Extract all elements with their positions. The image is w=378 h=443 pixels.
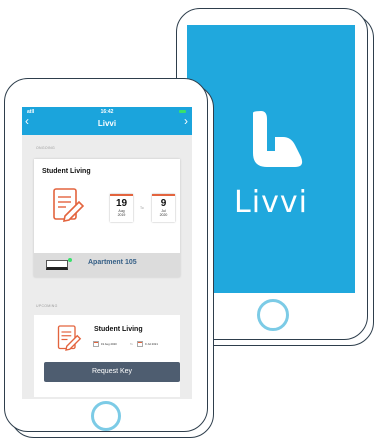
upcoming-section-label: UPCOMING [36,304,58,308]
to-label: To [140,206,144,210]
livvi-logo-icon [253,111,303,167]
start-date: 19 Aug 2020 [101,342,117,346]
upcoming-booking-card[interactable]: Student Living 19 Aug 2020 To 9 Jul 2021… [34,315,180,397]
end-date: 9 Jul 2021 [145,342,158,346]
header-bar: atll 16:42 ‹ Livvi › [22,107,192,135]
key-status-dot [68,258,72,262]
end-date-calendar: 9 Jul 2020 [152,194,175,222]
start-date-calendar: 19 Aug 2019 [110,194,133,222]
end-day: 9 [160,198,167,209]
calendar-icon [137,341,143,347]
booking-title: Student Living [42,168,91,175]
status-time: 16:42 [100,109,114,115]
request-key-button[interactable]: Request Key [44,362,180,382]
chevron-right-icon[interactable]: › [184,115,188,127]
battery-icon [179,110,186,113]
home-button[interactable] [91,401,121,431]
start-day: 19 [115,198,128,209]
home-button[interactable] [257,299,289,331]
page-title: Livvi [97,119,117,128]
apartment-footer: Apartment 105 [34,253,180,277]
apartment-label: Apartment 105 [88,259,137,266]
key-card-icon [46,258,72,270]
end-year: 2020 [159,213,168,217]
document-edit-icon [57,325,82,351]
document-edit-icon [53,188,85,223]
start-year: 2019 [117,213,126,217]
app-phone: atll 16:42 ‹ Livvi › ONGOING Student Liv… [4,78,208,432]
app-screen: atll 16:42 ‹ Livvi › ONGOING Student Liv… [22,107,192,399]
ongoing-section-label: ONGOING [36,146,56,150]
to-label: To [130,342,133,346]
calendar-icon [93,341,99,347]
ongoing-booking-card[interactable]: Student Living 19 Aug 2019 To 9 Jul 2020 [34,159,180,277]
booking-title: Student Living [94,326,143,333]
